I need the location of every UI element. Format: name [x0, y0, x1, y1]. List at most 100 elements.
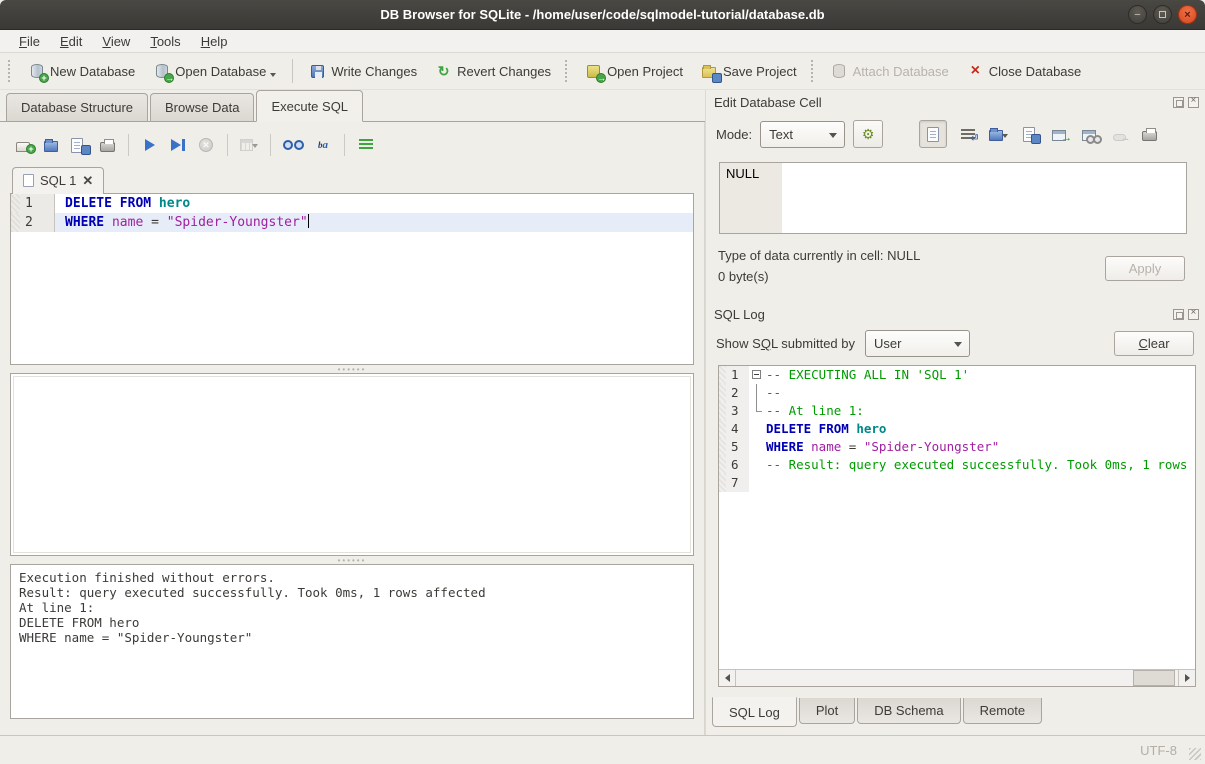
toolbar-separator	[344, 134, 345, 156]
revert-changes-icon: ↻	[435, 63, 452, 80]
main-tab-bar: Database Structure Browse Data Execute S…	[0, 90, 705, 122]
print-button[interactable]	[98, 138, 116, 152]
execution-status-log[interactable]: Execution finished without errors. Resul…	[10, 564, 694, 719]
find-replace-button[interactable]: ba	[314, 140, 332, 151]
text-mode-button[interactable]	[919, 120, 947, 148]
new-sql-tab-button[interactable]: +	[14, 138, 32, 152]
fold-column	[749, 438, 766, 456]
open-database-button[interactable]: → Open Database	[145, 58, 284, 85]
dock-close-icon[interactable]	[1188, 309, 1199, 320]
clear-button[interactable]: Clear	[1114, 331, 1194, 356]
open-project-icon: →	[585, 63, 602, 80]
tab-close-icon[interactable]: ✕	[82, 174, 93, 187]
revert-changes-button[interactable]: ↻ Revert Changes	[427, 58, 559, 85]
auto-switch-mode-button[interactable]: ⚙	[853, 120, 883, 148]
submitted-by-select[interactable]: User	[865, 330, 970, 357]
tab-sql-log[interactable]: SQL Log	[712, 697, 797, 727]
dock-close-icon[interactable]	[1188, 97, 1199, 108]
sql-log-view[interactable]: 1 -- EXECUTING ALL IN 'SQL 1' 2 -- 3 -- …	[718, 365, 1196, 687]
toolbar-drag-handle[interactable]	[8, 60, 14, 82]
mode-select[interactable]: Text	[760, 121, 845, 148]
set-null-button	[1110, 128, 1128, 141]
save-sql-file-button[interactable]	[70, 138, 88, 153]
open-sql-file-button[interactable]	[42, 138, 60, 152]
toolbar-drag-handle[interactable]	[565, 60, 571, 82]
sql-editor-toolbar: + ✕ ba	[10, 130, 694, 164]
sql-token: hero	[159, 196, 190, 211]
menu-view[interactable]: View	[93, 32, 139, 51]
log-line: 4 DELETE FROM hero	[719, 420, 1195, 438]
chevron-down-icon	[829, 133, 837, 138]
encoding-indicator[interactable]: UTF-8	[1140, 743, 1177, 758]
attach-database-label: Attach Database	[853, 64, 949, 79]
open-external-button[interactable]	[1080, 127, 1098, 141]
fold-margin	[11, 194, 20, 213]
tab-browse-data[interactable]: Browse Data	[150, 93, 254, 121]
editor-code[interactable]: WHERE name = "Spider-Youngster"	[55, 213, 693, 232]
editor-code[interactable]: DELETE FROM hero	[55, 194, 693, 213]
print-cell-button[interactable]	[1140, 127, 1158, 141]
sql-token: hero	[856, 421, 886, 436]
arrow-right-icon	[1185, 674, 1190, 682]
import-file-button[interactable]	[989, 127, 1008, 141]
menu-edit[interactable]: Edit	[51, 32, 91, 51]
sql-token: "Spider-Youngster"	[167, 215, 308, 230]
find-button[interactable]	[283, 140, 304, 150]
results-table[interactable]	[10, 373, 694, 556]
cell-size-info: 0 byte(s)	[718, 269, 1105, 284]
write-changes-button[interactable]: Write Changes	[301, 58, 425, 85]
tab-db-schema[interactable]: DB Schema	[857, 698, 960, 724]
horizontal-scrollbar[interactable]	[719, 669, 1195, 686]
window-title: DB Browser for SQLite - /home/user/code/…	[0, 7, 1205, 22]
text-doc-icon	[927, 127, 939, 142]
export-file-button[interactable]	[1020, 127, 1038, 142]
word-wrap-button[interactable]	[959, 129, 977, 140]
execute-all-button[interactable]	[141, 139, 159, 151]
plus-badge-icon: +	[26, 144, 36, 154]
fold-collapse-icon[interactable]	[752, 370, 761, 379]
mode-value: Text	[769, 127, 793, 142]
stop-icon: ✕	[199, 138, 213, 152]
menu-tools[interactable]: Tools	[141, 32, 189, 51]
log-line: 1 -- EXECUTING ALL IN 'SQL 1'	[719, 366, 1195, 384]
sql-doc-tab[interactable]: SQL 1 ✕	[12, 167, 104, 194]
tab-remote[interactable]: Remote	[963, 698, 1043, 724]
fold-line	[756, 411, 762, 412]
dock-float-icon[interactable]	[1173, 97, 1184, 108]
apply-export-button[interactable]: →	[1050, 127, 1068, 141]
scrollbar-thumb[interactable]	[1133, 670, 1175, 686]
dock-float-icon[interactable]	[1173, 309, 1184, 320]
save-project-label: Save Project	[723, 64, 797, 79]
save-project-button[interactable]: Save Project	[693, 58, 805, 85]
scroll-left-button[interactable]	[719, 670, 736, 686]
import-dropdown-icon[interactable]	[1002, 134, 1008, 138]
titlebar[interactable]: − × DB Browser for SQLite - /home/user/c…	[0, 0, 1205, 30]
sql-editor[interactable]: 1 DELETE FROM hero 2 WHERE name = "Spide…	[10, 193, 694, 365]
scroll-right-button[interactable]	[1178, 670, 1195, 686]
cell-value-editor[interactable]: NULL	[719, 162, 1187, 234]
close-button[interactable]: ×	[1178, 5, 1197, 24]
maximize-button[interactable]	[1153, 5, 1172, 24]
close-database-button[interactable]: × Close Database	[959, 58, 1090, 85]
minimize-button[interactable]: −	[1128, 5, 1147, 24]
play-icon	[145, 139, 155, 151]
format-sql-button[interactable]	[357, 139, 375, 151]
menu-help[interactable]: Help	[192, 32, 237, 51]
open-project-button[interactable]: → Open Project	[577, 58, 691, 85]
open-database-dropdown-icon[interactable]	[270, 73, 276, 77]
execute-current-line-button[interactable]	[169, 139, 187, 151]
tab-execute-sql[interactable]: Execute SQL	[256, 90, 363, 122]
menu-file[interactable]: File	[10, 32, 49, 51]
scrollbar-track[interactable]	[736, 670, 1178, 686]
tab-database-structure[interactable]: Database Structure	[6, 93, 148, 121]
new-database-button[interactable]: + New Database	[20, 58, 143, 85]
sql-token: =	[143, 215, 166, 230]
open-file-icon	[44, 141, 58, 152]
resize-grip[interactable]	[1189, 748, 1201, 760]
fold-column[interactable]	[749, 366, 766, 384]
splitter-handle[interactable]: ••••••	[10, 365, 694, 373]
toolbar-drag-handle[interactable]	[811, 60, 817, 82]
execute-sql-panel: + ✕ ba	[0, 122, 705, 735]
tab-plot[interactable]: Plot	[799, 698, 855, 724]
splitter-handle[interactable]: ••••••	[10, 556, 694, 564]
